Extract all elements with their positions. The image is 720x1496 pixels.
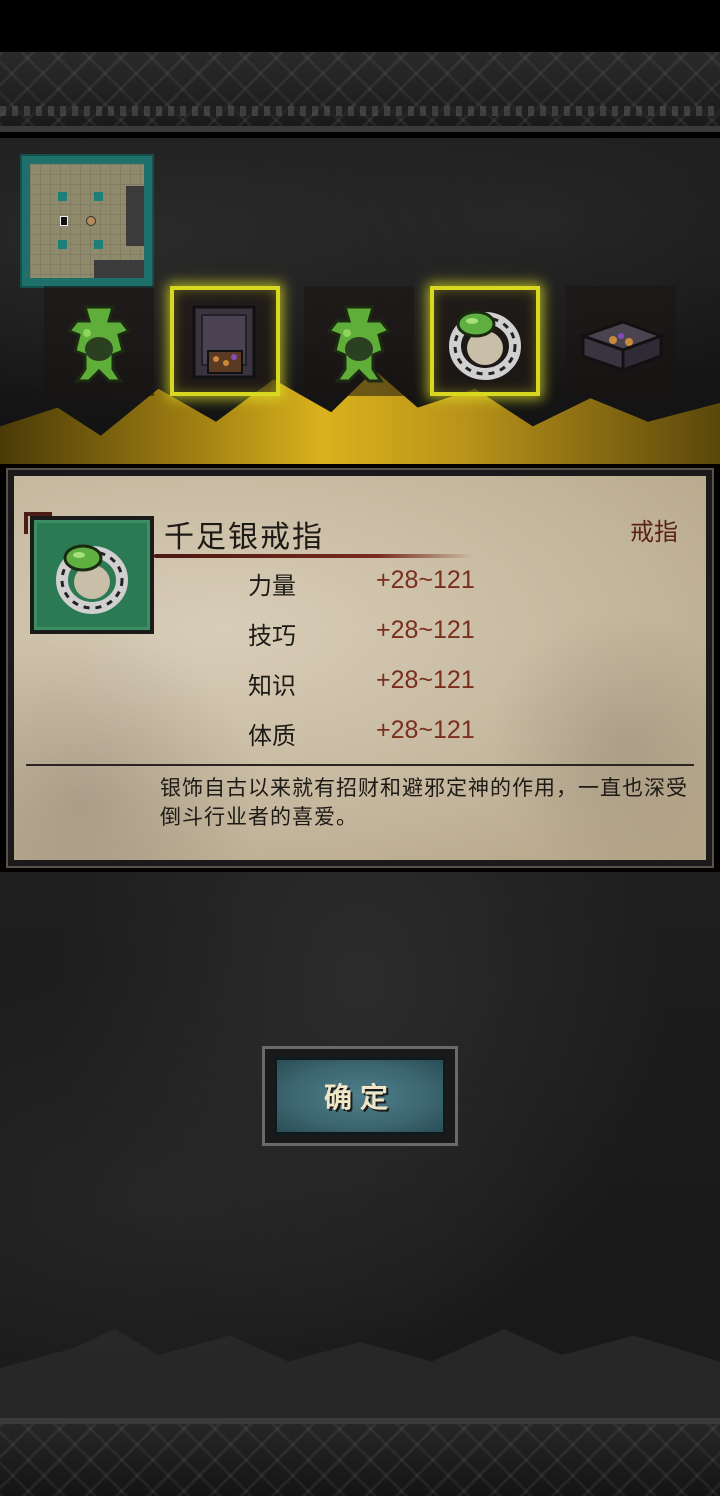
stat-row: 力量 +28~121 [14, 566, 706, 606]
minimap-floor [30, 164, 144, 278]
inventory-slot[interactable] [44, 286, 154, 396]
minimap[interactable] [20, 154, 154, 288]
minimap-tile [58, 240, 67, 249]
silver-jade-ring-icon [449, 310, 521, 380]
confirm-button-face: 确定 [274, 1057, 446, 1135]
stat-label: 技巧 [248, 622, 296, 650]
minimap-wall [126, 186, 144, 246]
minimap-player-icon [86, 216, 96, 226]
stat-value: +28~121 [376, 616, 475, 644]
item-detail-panel: 千足银戒指 戒指 力量 +28~121 技巧 +28~121 知识 +28~12… [6, 468, 714, 868]
stat-label: 力量 [248, 572, 296, 600]
stat-value: +28~121 [376, 666, 475, 694]
stat-value: +28~121 [376, 566, 475, 594]
minimap-tile [94, 192, 103, 201]
inventory-slot[interactable] [566, 286, 676, 396]
minimap-wall [94, 260, 144, 278]
stat-value: +28~121 [376, 716, 475, 744]
item-description: 银饰自古以来就有招财和避邪定神的作用，一直也深受倒斗行业者的喜爱。 [160, 776, 688, 829]
treasure-chest-icon [578, 320, 666, 373]
inventory-slot[interactable] [304, 286, 414, 396]
name-underline [154, 554, 474, 558]
item-name: 千足银戒指 [164, 520, 324, 555]
jade-incense-burner-icon [326, 305, 392, 383]
stat-row: 体质 +28~121 [14, 716, 706, 756]
stat-row: 技巧 +28~121 [14, 616, 706, 656]
top-bar [0, 0, 720, 52]
stat-label: 知识 [248, 672, 296, 700]
top-ornamental-border [0, 52, 720, 132]
bottom-ornamental-border [0, 1418, 720, 1496]
minimap-tile [58, 192, 67, 201]
item-type: 戒指 [630, 518, 678, 546]
jade-incense-burner-icon [66, 305, 132, 383]
confirm-button[interactable]: 确定 [262, 1046, 458, 1146]
ancient-cabinet-icon [192, 305, 256, 379]
stat-label: 体质 [248, 722, 296, 750]
divider [26, 764, 694, 766]
minimap-door-icon [60, 216, 68, 226]
minimap-tile [94, 240, 103, 249]
confirm-label: 确定 [323, 1081, 396, 1114]
stat-row: 知识 +28~121 [14, 666, 706, 706]
inventory-slot[interactable] [430, 286, 540, 396]
inventory-slot[interactable] [170, 286, 280, 396]
